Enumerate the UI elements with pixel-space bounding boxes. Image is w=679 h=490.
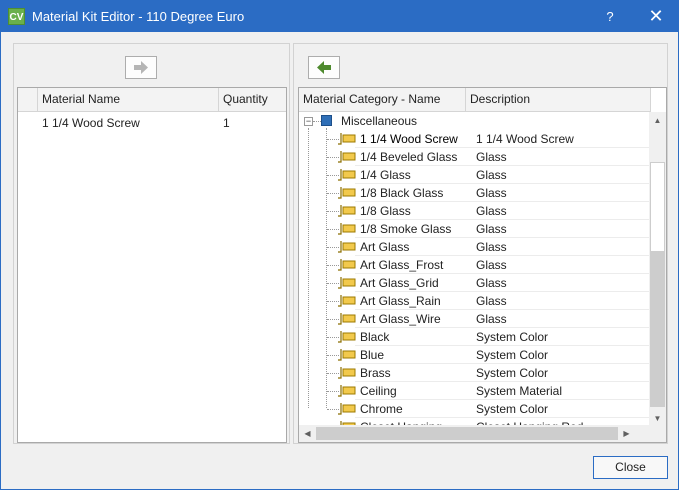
tree-item-description[interactable]: System Color [472, 328, 650, 346]
tree-item-name[interactable]: Chrome [356, 400, 466, 418]
row-header-corner [18, 88, 38, 112]
tree-item-description[interactable]: Glass [472, 292, 650, 310]
tree-item-name[interactable]: 1/4 Beveled Glass [356, 148, 466, 166]
close-button[interactable]: Close [593, 456, 668, 479]
column-header-material-name[interactable]: Material Name [38, 88, 219, 112]
kit-row-quantity[interactable]: 1 [219, 114, 286, 132]
scroll-left-icon[interactable]: ◀ [300, 426, 315, 441]
tree-item-name[interactable]: 1/4 Glass [356, 166, 466, 184]
material-icon [338, 367, 356, 379]
tree-item-description[interactable]: Glass [472, 148, 650, 166]
vertical-scrollbar[interactable]: ▲ ▼ [649, 112, 666, 427]
tree-item-name[interactable]: 1/8 Smoke Glass [356, 220, 466, 238]
add-to-kit-button[interactable] [125, 56, 157, 79]
folder-icon [321, 115, 332, 126]
scroll-down-icon[interactable]: ▼ [650, 411, 665, 426]
tree-item-name[interactable]: Art Glass_Grid [356, 274, 466, 292]
tree-item-description[interactable]: Glass [472, 274, 650, 292]
tree-item-name[interactable]: Art Glass_Rain [356, 292, 466, 310]
tree-item-name[interactable]: 1/8 Black Glass [356, 184, 466, 202]
tree-item-name[interactable]: Art Glass_Frost [356, 256, 466, 274]
column-header-quantity[interactable]: Quantity [219, 88, 286, 112]
tree-item-description[interactable]: 1 1/4 Wood Screw [472, 130, 650, 148]
tree-item-description[interactable]: System Color [472, 364, 650, 382]
material-icon [338, 331, 356, 343]
tree-item-name[interactable]: Brass [356, 364, 466, 382]
tree-item-name[interactable]: 1 1/4 Wood Screw [356, 130, 466, 148]
window-title: Material Kit Editor - 110 Degree Euro [32, 9, 245, 24]
collapse-toggle-icon[interactable]: − [304, 117, 313, 126]
horizontal-scrollbar[interactable]: ◀ ▶ [299, 425, 651, 442]
vertical-scroll-thumb[interactable] [650, 162, 665, 252]
tree-item-description[interactable]: System Material [472, 382, 650, 400]
tree-connector [308, 128, 309, 408]
material-icon [338, 295, 356, 307]
tree-item-name[interactable]: Art Glass_Wire [356, 310, 466, 328]
material-icon [338, 151, 356, 163]
tree-item-description[interactable]: Glass [472, 238, 650, 256]
right-arrow-icon [134, 61, 148, 74]
kit-grid[interactable]: Material Name Quantity 1 1/4 Wood Screw … [17, 87, 287, 443]
material-icon [338, 187, 356, 199]
close-window-button[interactable]: ✕ [633, 1, 679, 32]
tree-item-name[interactable]: Blue [356, 346, 466, 364]
tree-item-name[interactable]: Art Glass [356, 238, 466, 256]
material-icon [338, 169, 356, 181]
remove-from-kit-button[interactable] [308, 56, 340, 79]
tree-item-name[interactable]: Black [356, 328, 466, 346]
tree-connector [313, 121, 321, 122]
kit-panel: Material Name Quantity 1 1/4 Wood Screw … [13, 43, 290, 444]
column-header-description[interactable]: Description [466, 88, 651, 112]
material-icon [338, 349, 356, 361]
material-icon [338, 133, 356, 145]
tree-item-description[interactable]: System Color [472, 400, 650, 418]
tree-item-description[interactable]: System Color [472, 346, 650, 364]
vertical-scroll-track[interactable] [650, 252, 665, 407]
app-logo-icon: CV [8, 8, 25, 25]
scroll-up-icon[interactable]: ▲ [650, 113, 665, 128]
tree-item-description[interactable]: Glass [472, 220, 650, 238]
material-icon [338, 385, 356, 397]
horizontal-scroll-thumb[interactable] [316, 427, 618, 440]
tree-item-description[interactable]: Glass [472, 310, 650, 328]
material-icon [338, 403, 356, 415]
scrollbar-corner [649, 425, 666, 442]
dialog-window: CV Material Kit Editor - 110 Degree Euro… [0, 0, 679, 490]
scroll-right-icon[interactable]: ▶ [619, 426, 634, 441]
help-button[interactable]: ? [587, 1, 633, 32]
left-arrow-icon [317, 61, 331, 74]
tree-connector [326, 128, 327, 408]
material-icon [338, 259, 356, 271]
material-icon [338, 241, 356, 253]
tree-item-name[interactable]: Ceiling [356, 382, 466, 400]
column-header-category-name[interactable]: Material Category - Name [299, 88, 466, 112]
tree-item-description[interactable]: Glass [472, 166, 650, 184]
material-tree-grid[interactable]: Material Category - Name Description − M… [298, 87, 667, 443]
material-icon [338, 223, 356, 235]
kit-row-material-name[interactable]: 1 1/4 Wood Screw [38, 114, 219, 132]
material-icon [338, 277, 356, 289]
title-bar: CV Material Kit Editor - 110 Degree Euro… [1, 1, 678, 32]
tree-item-description[interactable]: Glass [472, 202, 650, 220]
tree-item-name[interactable]: 1/8 Glass [356, 202, 466, 220]
material-panel: Material Category - Name Description − M… [293, 43, 668, 444]
material-icon [338, 313, 356, 325]
tree-category-miscellaneous[interactable]: Miscellaneous [337, 112, 465, 130]
material-icon [338, 205, 356, 217]
tree-item-description[interactable]: Glass [472, 184, 650, 202]
tree-item-description[interactable]: Glass [472, 256, 650, 274]
